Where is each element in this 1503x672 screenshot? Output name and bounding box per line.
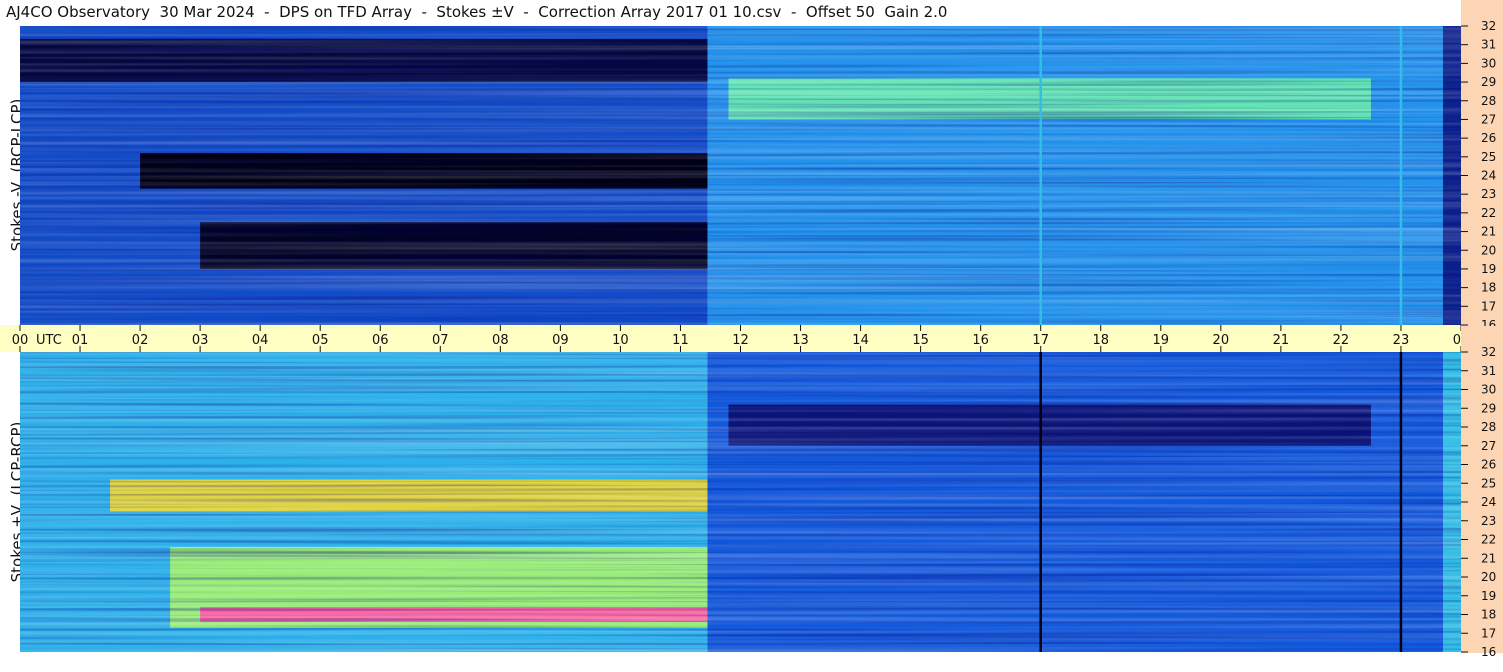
bottom-frequency-axis: 32 31 30 29 28 27 26 25 24 23 22 21 20 19 18 17 16: [1461, 326, 1503, 659]
time-tick-label: 07: [432, 333, 449, 348]
top-frequency-axis: 3231302928272625242322212019181716: [1461, 0, 1503, 332]
frequency-tick-label: 24: [1481, 495, 1496, 509]
frequency-tick-label: 20: [1481, 243, 1496, 257]
time-tick-label: 23: [1393, 333, 1410, 348]
frequency-tick-label: 26: [1481, 458, 1496, 472]
time-tick-label: 12: [732, 333, 749, 348]
frequency-tick-label: 24: [1481, 169, 1496, 183]
frequency-tick-label: 28: [1481, 94, 1496, 108]
frequency-tick-label: 26: [1481, 131, 1496, 145]
time-tick-label: 10: [612, 333, 629, 348]
frequency-tick-label: 17: [1481, 626, 1496, 640]
utc-label: UTC: [36, 333, 62, 348]
frequency-tick-label: 23: [1481, 514, 1496, 528]
frequency-tick-label: 19: [1481, 262, 1496, 276]
frequency-tick-label: 23: [1481, 187, 1496, 201]
frequency-tick-label: 22: [1481, 533, 1496, 547]
spectrogram-chart: 00 01 02 03 04 05 06 07 08 09 10 11 12 13 14 15 16 17 18 19…: [0, 0, 1503, 659]
frequency-tick-label: 31: [1481, 38, 1496, 52]
time-tick-label: 17: [1032, 333, 1049, 348]
frequency-tick-label: 16: [1481, 645, 1496, 659]
frequency-tick-label: 29: [1481, 75, 1496, 89]
time-tick-label: 22: [1333, 333, 1350, 348]
time-tick-label: 06: [372, 333, 389, 348]
frequency-tick-label: 18: [1481, 608, 1496, 622]
frequency-tick-label: 19: [1481, 589, 1496, 603]
time-tick-label: 14: [852, 333, 869, 348]
time-tick-label: 09: [552, 333, 569, 348]
frequency-tick-label: 28: [1481, 420, 1496, 434]
time-tick-label: 19: [1153, 333, 1170, 348]
time-tick-label: 18: [1092, 333, 1109, 348]
frequency-tick-label: 22: [1481, 206, 1496, 220]
frequency-tick-label: 29: [1481, 401, 1496, 415]
bottom-panel: [20, 352, 1461, 652]
frequency-tick-label: 30: [1481, 383, 1496, 397]
frequency-tick-label: 31: [1481, 364, 1496, 378]
frequency-tick-label: 18: [1481, 281, 1496, 295]
frequency-tick-label: 25: [1481, 476, 1496, 490]
frequency-tick-label: 32: [1481, 345, 1496, 359]
time-tick-label: 05: [312, 333, 329, 348]
streak-texture-dark: [20, 26, 1461, 325]
time-tick-label: 01: [72, 333, 89, 348]
frequency-tick-label: 20: [1481, 570, 1496, 584]
frequency-tick-label: 30: [1481, 56, 1496, 70]
streak-texture-dark: [20, 352, 1461, 652]
frequency-tick-label: 21: [1481, 225, 1496, 239]
time-tick-label: 00: [12, 333, 29, 348]
frequency-tick-label: 27: [1481, 112, 1496, 126]
time-tick-label: 11: [672, 333, 689, 348]
time-tick-label: 08: [492, 333, 509, 348]
time-tick-label: 15: [912, 333, 929, 348]
time-tick-label: 16: [972, 333, 989, 348]
time-tick-label: 04: [252, 333, 269, 348]
time-tick-label: 21: [1273, 333, 1290, 348]
frequency-tick-label: 25: [1481, 150, 1496, 164]
time-tick-label: 02: [132, 333, 149, 348]
frequency-tick-label: 21: [1481, 551, 1496, 565]
frequency-tick-label: 27: [1481, 439, 1496, 453]
time-axis-band: [0, 325, 1461, 352]
top-panel: [20, 26, 1461, 325]
time-axis: 00 01 02 03 04 05 06 07 08 09 10 11 12 13 14 15 16 17 18 19…: [0, 325, 1499, 352]
frequency-tick-label: 17: [1481, 299, 1496, 313]
time-tick-label: 03: [192, 333, 209, 348]
frequency-tick-label: 32: [1481, 19, 1496, 33]
time-tick-label: 13: [792, 333, 809, 348]
time-tick-label: 20: [1213, 333, 1230, 348]
